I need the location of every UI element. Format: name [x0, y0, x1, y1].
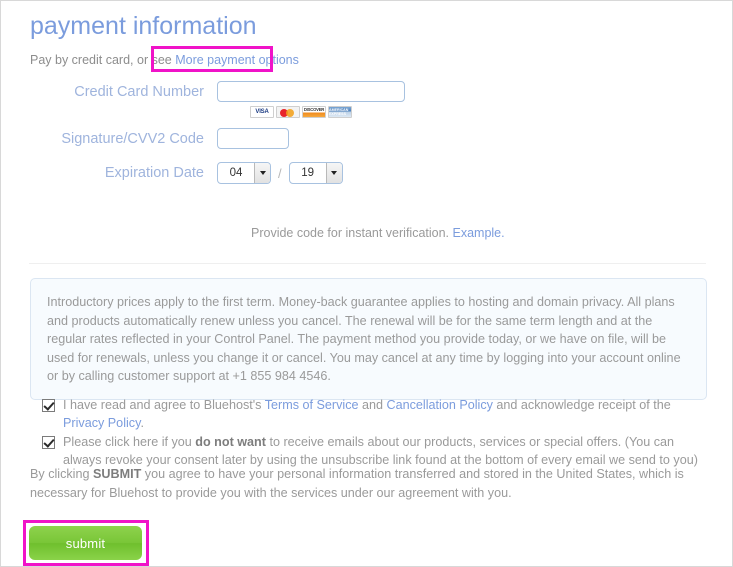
marketing-optout-checkbox[interactable]	[42, 436, 55, 449]
pricing-disclaimer-box: Introductory prices apply to the first t…	[30, 278, 707, 400]
discover-logo-text: DISCOVER	[303, 107, 325, 112]
expiration-separator: /	[278, 165, 282, 181]
credit-card-number-row: Credit Card Number	[1, 81, 405, 102]
expiration-date-row: Expiration Date 04 / 19	[1, 162, 343, 184]
amex-logo-text: AMERICAN EXPRESS	[329, 108, 349, 116]
terms-of-service-link[interactable]: Terms of Service	[265, 398, 359, 412]
mastercard-logo	[276, 106, 300, 118]
payment-information-page: payment information Pay by credit card, …	[0, 0, 733, 567]
visa-logo: VISA	[250, 106, 274, 118]
marketing-text-1: Please click here if you	[63, 435, 196, 449]
submit-note-text-1: By clicking	[30, 467, 93, 481]
chevron-down-icon	[254, 163, 270, 183]
submit-disclaimer: By clicking SUBMIT you agree to have you…	[30, 465, 720, 502]
terms-text-4: .	[140, 415, 144, 430]
terms-agreement-checkbox[interactable]	[42, 399, 55, 412]
amex-logo: AMERICAN EXPRESS	[328, 106, 352, 118]
terms-text-1: I have read and agree to Bluehost's	[63, 398, 265, 412]
marketing-optout-row: Please click here if you do not want to …	[42, 434, 707, 469]
marketing-optout-label: Please click here if you do not want to …	[63, 434, 707, 469]
cancellation-policy-link[interactable]: Cancellation Policy	[387, 398, 493, 412]
privacy-policy-link[interactable]: Privacy Policy	[63, 416, 140, 430]
expiration-year-value: 19	[301, 167, 315, 179]
expiration-year-select[interactable]: 19	[288, 162, 343, 184]
terms-text-2: and	[358, 398, 387, 412]
accepted-card-logos: VISA DISCOVER AMERICAN EXPRESS	[250, 106, 352, 118]
discover-logo: DISCOVER	[302, 106, 326, 118]
marketing-text-bold: do not want	[195, 435, 266, 449]
expiration-date-label: Expiration Date	[104, 165, 204, 181]
more-payment-options-link[interactable]: More payment options	[175, 53, 299, 67]
cvv-label: Signature/CVV2 Code	[61, 130, 204, 147]
subtitle-text: Pay by credit card, or see	[30, 53, 176, 67]
submit-button[interactable]: submit	[29, 526, 142, 560]
expiration-month-value: 04	[229, 167, 243, 179]
example-link[interactable]: Example.	[453, 226, 505, 240]
credit-card-number-label: Credit Card Number	[74, 83, 204, 100]
submit-note-bold: SUBMIT	[93, 467, 142, 481]
page-title: payment information	[30, 12, 257, 40]
visa-logo-text: VISA	[255, 109, 269, 115]
credit-card-number-input[interactable]	[217, 81, 405, 102]
terms-agreement-label: I have read and agree to Bluehost's Term…	[63, 397, 707, 432]
section-divider	[29, 263, 706, 264]
terms-text-3: and acknowledge receipt of the	[492, 398, 671, 412]
verification-hint: Provide code for instant verification. E…	[251, 226, 505, 240]
terms-agreement-row: I have read and agree to Bluehost's Term…	[42, 397, 707, 432]
agreements-section: I have read and agree to Bluehost's Term…	[42, 397, 707, 471]
cvv-input[interactable]	[217, 128, 289, 149]
verification-hint-text: Provide code for instant verification.	[251, 226, 453, 240]
pricing-disclaimer-text: Introductory prices apply to the first t…	[47, 295, 681, 383]
expiration-month-select[interactable]: 04	[217, 162, 271, 184]
chevron-down-icon	[325, 163, 342, 183]
subtitle-row: Pay by credit card, or see More payment …	[30, 53, 299, 67]
cvv-row: Signature/CVV2 Code	[1, 128, 289, 149]
